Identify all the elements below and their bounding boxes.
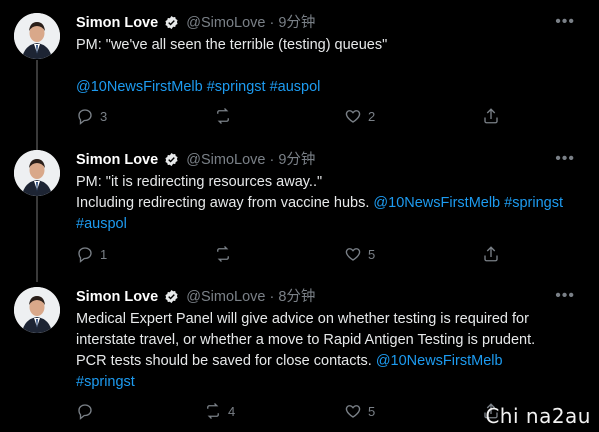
share-button[interactable] [482, 107, 500, 125]
tweet-timestamp[interactable]: 9分钟 [278, 152, 315, 168]
retweet-button[interactable]: 4 [204, 402, 235, 420]
author-name[interactable]: Simon Love [76, 15, 158, 31]
hashtag-link[interactable]: #springst [76, 374, 135, 390]
separator-dot: · [269, 15, 275, 31]
retweet-count: 4 [228, 403, 236, 419]
more-options-icon[interactable]: ••• [555, 14, 575, 30]
tweet-line: PM: "it is redirecting resources away.." [76, 174, 323, 190]
author-name[interactable]: Simon Love [76, 289, 158, 305]
like-button[interactable]: 2 [344, 107, 375, 125]
retweet-icon [207, 403, 219, 419]
avatar[interactable] [14, 13, 60, 59]
mention-link[interactable]: @10NewsFirstMelb [376, 353, 503, 369]
retweet-icon [217, 108, 229, 124]
hashtag-link[interactable]: #auspol [76, 216, 127, 232]
retweet-button[interactable] [214, 107, 238, 125]
verified-badge-icon [164, 15, 179, 36]
tweet-text: Medical Expert Panel will give advice on… [76, 309, 583, 393]
share-button[interactable] [482, 245, 500, 263]
author-name[interactable]: Simon Love [76, 152, 158, 168]
hashtag-links[interactable]: @10NewsFirstMelb #springst #auspol [76, 79, 320, 95]
tweet-header: Simon Love @SimoLove · 9分钟 [76, 13, 583, 33]
tweet-text: PM: "it is redirecting resources away.."… [76, 172, 583, 235]
watermark: Chi na2au [485, 404, 591, 428]
reply-count: 3 [100, 108, 108, 124]
share-icon [484, 108, 498, 124]
retweet-button[interactable] [214, 245, 238, 263]
reply-button[interactable]: 1 [76, 245, 107, 263]
avatar[interactable] [14, 150, 60, 196]
separator-dot: · [269, 152, 275, 168]
tweet-timestamp[interactable]: 9分钟 [278, 15, 315, 31]
tweet-header: Simon Love @SimoLove · 8分钟 [76, 287, 583, 307]
author-handle[interactable]: @SimoLove [186, 152, 265, 168]
verified-badge-icon [164, 289, 179, 310]
reply-button[interactable] [76, 402, 100, 420]
retweet-icon [217, 246, 229, 262]
separator-dot: · [269, 289, 275, 305]
tweet-line: Medical Expert Panel will give advice on… [76, 311, 529, 327]
like-count: 5 [368, 403, 376, 419]
like-count: 5 [368, 246, 376, 262]
more-options-icon[interactable]: ••• [555, 288, 575, 304]
more-options-icon[interactable]: ••• [555, 151, 575, 167]
author-handle[interactable]: @SimoLove [186, 15, 265, 31]
verified-badge-icon [164, 152, 179, 173]
hashtag-links[interactable]: @10NewsFirstMelb #springst [373, 195, 563, 211]
share-icon [484, 246, 498, 262]
reply-icon [78, 247, 92, 263]
heart-icon [345, 405, 361, 418]
reply-icon [78, 404, 92, 420]
tweet-header: Simon Love @SimoLove · 9分钟 [76, 150, 583, 170]
like-button[interactable]: 5 [344, 245, 375, 263]
heart-icon [345, 110, 361, 123]
like-count: 2 [368, 108, 376, 124]
tweet-line-text: Including redirecting away from vaccine … [76, 195, 374, 211]
tweet-actions: 3 2 [76, 107, 583, 127]
tweet-line: PM: "we've all seen the terrible (testin… [76, 37, 388, 53]
tweet-actions: 1 5 [76, 245, 583, 265]
reply-count: 1 [100, 246, 108, 262]
tweet-line: Including redirecting away from vaccine … [76, 193, 583, 214]
tweet-text: PM: "we've all seen the terrible (testin… [76, 35, 583, 98]
reply-icon [78, 109, 92, 125]
like-button[interactable]: 5 [344, 402, 375, 420]
reply-button[interactable]: 3 [76, 107, 107, 125]
tweet-line: PCR tests should be saved for close cont… [76, 351, 583, 372]
avatar[interactable] [14, 287, 60, 333]
heart-icon [345, 248, 361, 261]
tweet-timestamp[interactable]: 8分钟 [278, 289, 315, 305]
tweet-line: interstate travel, or whether a move to … [76, 332, 536, 348]
tweet-line-text: PCR tests should be saved for close cont… [76, 353, 376, 369]
author-handle[interactable]: @SimoLove [186, 289, 265, 305]
